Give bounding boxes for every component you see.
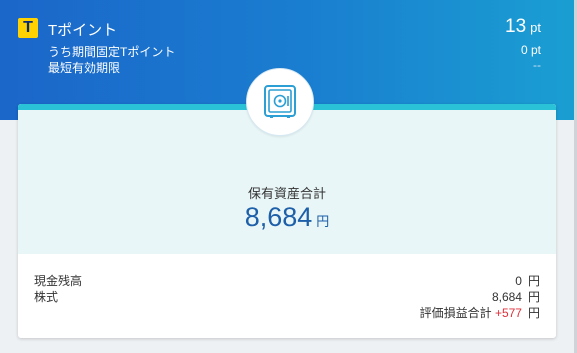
profit-loss-value: 評価損益合計 +577 円 — [420, 304, 540, 321]
safe-icon — [246, 68, 314, 136]
safe-icon-graphic — [264, 85, 296, 118]
asset-total-label: 保有資産合計 — [247, 186, 326, 201]
expiry-label: 最短有効期限 — [48, 61, 121, 75]
profit-loss-label: 評価損益合計 — [419, 306, 492, 320]
tpoint-label: Tポイント — [48, 22, 118, 39]
stock-unit: 円 — [527, 290, 540, 304]
tpoint-balance-unit: pt — [530, 20, 541, 35]
asset-total-number: 8,684 — [244, 202, 313, 232]
asset-total-value: 8,684 円 — [18, 202, 556, 233]
asset-summary-card: 保有資産合計 8,684 円 現金残高 0円 株式 8,684 円 評価損益合計 +… — [18, 104, 556, 338]
tpoint-balance-number: 13 — [505, 16, 527, 37]
cash-balance-value: 0円 — [515, 272, 540, 289]
limited-points-value: 0 pt — [520, 43, 541, 57]
tpoint-logo-icon: T — [18, 18, 38, 38]
limited-points-label: うち期間固定Tポイント — [48, 45, 176, 59]
stock-number: 8,684 — [491, 290, 522, 304]
asset-total-unit: 円 — [316, 214, 330, 229]
cash-balance-unit: 円 — [527, 274, 540, 288]
profit-loss-unit: 円 — [527, 306, 540, 320]
stock-value: 8,684 円 — [492, 288, 540, 305]
cash-balance-number: 0 — [515, 274, 522, 288]
tpoint-balance: 13 pt — [505, 16, 541, 38]
cash-balance-label: 現金残高 — [34, 274, 83, 288]
stock-label: 株式 — [34, 290, 59, 304]
expiry-value: -- — [533, 58, 541, 72]
profit-loss-number: +577 — [494, 306, 522, 320]
